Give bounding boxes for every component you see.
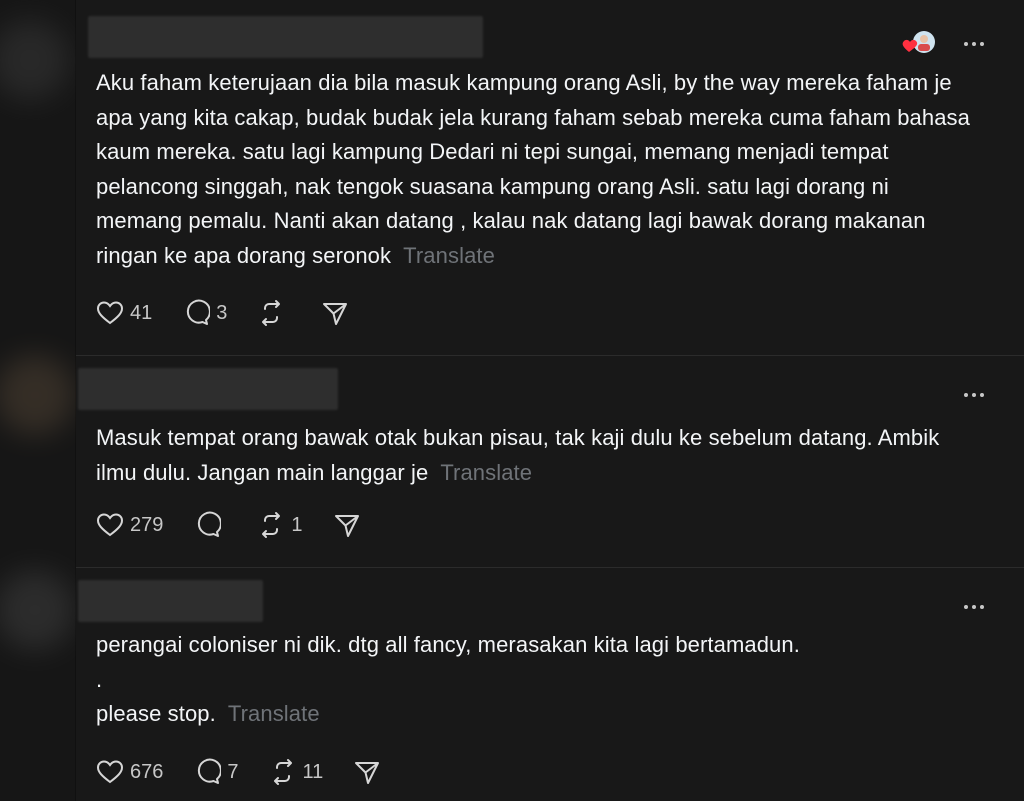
reply-button[interactable] xyxy=(193,511,227,539)
repost-count: 11 xyxy=(302,760,324,783)
more-options-button[interactable] xyxy=(962,387,986,403)
translate-link[interactable]: Translate xyxy=(228,701,320,726)
username[interactable] xyxy=(78,368,338,410)
reply-post: Masuk tempat orang bawak otak bukan pisa… xyxy=(76,356,1024,568)
action-bar: 41 3 xyxy=(96,298,379,328)
like-count: 41 xyxy=(130,301,153,324)
translate-link[interactable]: Translate xyxy=(440,460,532,485)
reply-button[interactable]: 3 xyxy=(182,299,227,327)
send-icon xyxy=(333,511,361,539)
post-text: perangai coloniser ni dik. dtg all fancy… xyxy=(96,628,974,732)
repost-icon xyxy=(257,511,285,539)
liked-by-author-badge xyxy=(900,28,936,58)
comment-icon xyxy=(182,299,211,327)
like-button[interactable]: 676 xyxy=(96,759,163,785)
avatar[interactable] xyxy=(0,355,75,435)
reply-post: perangai coloniser ni dik. dtg all fancy… xyxy=(76,568,1024,801)
post-text: Masuk tempat orang bawak otak bukan pisa… xyxy=(96,421,974,490)
translate-link[interactable]: Translate xyxy=(403,243,495,268)
username[interactable] xyxy=(88,16,483,58)
comment-icon xyxy=(193,758,222,786)
more-options-icon xyxy=(964,605,984,609)
send-icon xyxy=(353,758,381,786)
username[interactable] xyxy=(78,580,263,622)
more-options-icon xyxy=(964,393,984,397)
more-options-icon xyxy=(964,42,984,46)
like-count: 676 xyxy=(130,760,164,783)
heart-icon xyxy=(96,759,124,785)
like-button[interactable]: 279 xyxy=(96,512,163,538)
reply-button[interactable]: 7 xyxy=(193,758,239,786)
heart-icon xyxy=(96,300,124,326)
avatar-column xyxy=(0,0,75,801)
share-button[interactable] xyxy=(353,758,381,786)
repost-button[interactable] xyxy=(257,299,291,327)
send-icon xyxy=(321,299,349,327)
post-text: Aku faham keterujaan dia bila masuk kamp… xyxy=(96,66,974,273)
repost-count: 1 xyxy=(291,513,303,536)
like-button[interactable]: 41 xyxy=(96,300,152,326)
avatar[interactable] xyxy=(0,20,70,100)
more-options-button[interactable] xyxy=(962,599,986,615)
more-options-button[interactable] xyxy=(962,36,986,52)
repost-button[interactable]: 1 xyxy=(257,511,303,539)
comment-icon xyxy=(193,511,222,539)
share-button[interactable] xyxy=(321,299,349,327)
post-body: perangai coloniser ni dik. dtg all fancy… xyxy=(96,632,800,726)
share-button[interactable] xyxy=(333,511,361,539)
like-count: 279 xyxy=(130,513,164,536)
repost-button[interactable]: 11 xyxy=(269,758,324,786)
action-bar: 279 1 xyxy=(96,510,391,540)
heart-icon xyxy=(96,512,124,538)
avatar[interactable] xyxy=(0,570,75,650)
reply-post: Aku faham keterujaan dia bila masuk kamp… xyxy=(76,0,1024,356)
reply-count: 3 xyxy=(216,301,228,324)
repost-icon xyxy=(269,758,297,786)
action-bar: 676 7 11 xyxy=(96,757,411,787)
post-body: Aku faham keterujaan dia bila masuk kamp… xyxy=(96,70,977,268)
reply-count: 7 xyxy=(227,760,239,783)
repost-icon xyxy=(257,299,285,327)
